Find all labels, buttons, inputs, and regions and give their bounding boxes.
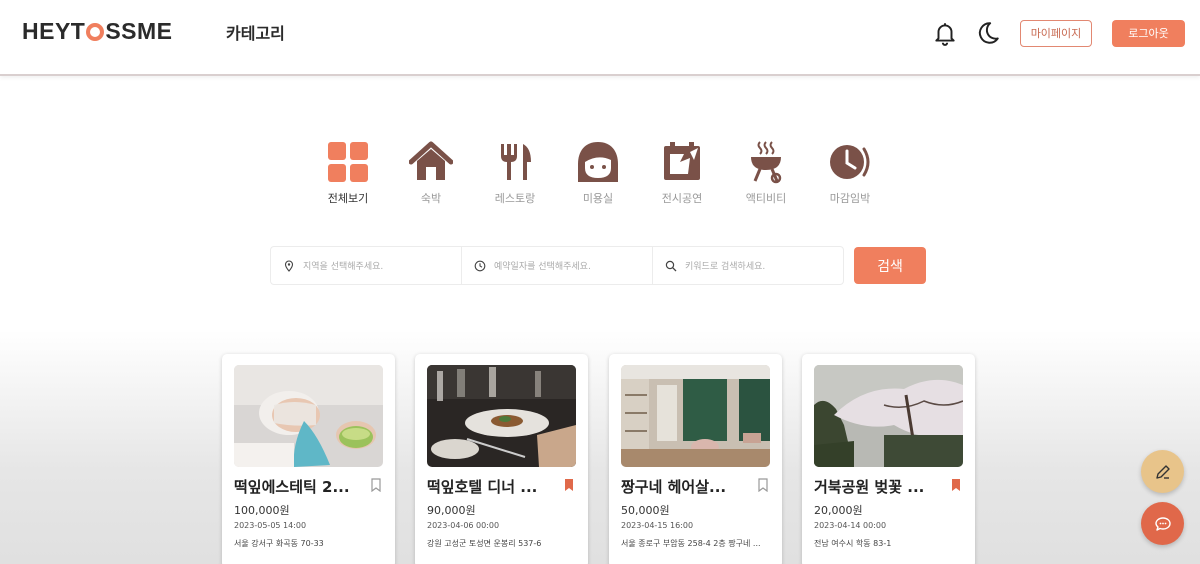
write-post-button[interactable] (1141, 450, 1184, 493)
card-date: 2023-04-15 16:00 (621, 521, 694, 530)
card-address: 강원 고성군 토성면 운봉리 537-6 (427, 539, 542, 548)
category-label: 마감임박 (829, 192, 871, 205)
product-card[interactable]: 떡잎호텔 디너 ... 90,000원 2023-04-06 00:00 강원 … (415, 354, 588, 564)
product-card[interactable]: 짱구네 헤어살... 50,000원 2023-04-15 16:00 서울 종… (609, 354, 782, 564)
moon-icon[interactable] (975, 20, 1001, 46)
card-date: 2023-04-06 00:00 (427, 521, 500, 530)
card-address: 서울 종로구 부암동 258-4 2층 짱구네 ... (621, 539, 761, 548)
house-icon (409, 141, 453, 180)
category-label: 전시공연 (661, 192, 703, 205)
card-image-cherry-blossom[interactable] (814, 365, 963, 467)
chat-button[interactable] (1141, 502, 1184, 545)
logo-o-ring (86, 23, 105, 41)
bookmark-outline-icon[interactable] (757, 478, 769, 492)
card-price: 100,000원 (234, 504, 290, 517)
date-placeholder: 예약일자를 선택해주세요. (494, 262, 591, 272)
card-address: 전남 여수시 학동 83-1 (814, 539, 892, 548)
region-select[interactable]: 지역을 선택해주세요. (271, 247, 462, 284)
category-activity[interactable]: 액티비티 (726, 140, 806, 206)
bell-icon[interactable] (932, 20, 958, 46)
grill-icon (751, 141, 782, 184)
face-icon (578, 142, 618, 182)
chat-bubble-icon (1154, 516, 1171, 531)
search-button[interactable]: 검색 (854, 247, 926, 284)
ticket-icon (664, 142, 700, 180)
background-fade (0, 330, 1200, 564)
fork-knife-icon (501, 144, 531, 180)
logo-text-left: HEYT (22, 18, 86, 44)
card-price: 20,000원 (814, 504, 863, 517)
card-image-facial[interactable] (234, 365, 383, 467)
category-label: 레스토랑 (494, 192, 536, 205)
card-title[interactable]: 거북공원 벚꽃 ... (814, 476, 942, 497)
grid-icon (328, 142, 368, 182)
category-closing-soon[interactable]: 마감임박 (810, 140, 890, 206)
product-card[interactable]: 거북공원 벚꽃 ... 20,000원 2023-04-14 00:00 전남 … (802, 354, 975, 564)
clock-small-icon (474, 260, 486, 271)
category-menu[interactable]: 카테고리 (226, 20, 285, 44)
bookmark-filled-icon[interactable] (563, 478, 575, 492)
mypage-button[interactable]: 마이페이지 (1020, 20, 1092, 47)
card-date: 2023-04-14 00:00 (814, 521, 887, 530)
bookmark-filled-icon[interactable] (950, 478, 962, 492)
category-exhibition[interactable]: 전시공연 (642, 140, 722, 206)
logo-text-right: SSME (105, 18, 173, 44)
pencil-icon (1155, 464, 1170, 479)
clock-icon (830, 145, 870, 179)
category-label: 숙박 (420, 192, 442, 205)
category-label: 전체보기 (327, 192, 369, 205)
product-card[interactable]: 떡잎에스테틱 2... 100,000원 2023-05-05 14:00 서울… (222, 354, 395, 564)
bookmark-outline-icon[interactable] (370, 478, 382, 492)
card-title[interactable]: 떡잎에스테틱 2... (234, 476, 362, 497)
category-restaurant[interactable]: 레스토랑 (475, 140, 555, 206)
location-pin-icon (284, 259, 294, 272)
logout-button[interactable]: 로그아웃 (1112, 20, 1185, 47)
card-image-dinner[interactable] (427, 365, 576, 467)
date-select[interactable]: 예약일자를 선택해주세요. (462, 247, 653, 284)
card-date: 2023-05-05 14:00 (234, 521, 307, 530)
search-icon (665, 260, 677, 271)
card-image-salon[interactable] (621, 365, 770, 467)
category-label: 미용실 (582, 192, 614, 205)
card-title[interactable]: 짱구네 헤어살... (621, 476, 749, 497)
card-title[interactable]: 떡잎호텔 디너 ... (427, 476, 555, 497)
card-price: 50,000원 (621, 504, 670, 517)
category-salon[interactable]: 미용실 (558, 140, 638, 206)
logo[interactable]: HEYT SSME (22, 18, 173, 45)
card-price: 90,000원 (427, 504, 476, 517)
card-address: 서울 강서구 화곡동 70-33 (234, 539, 324, 548)
search-bar: 지역을 선택해주세요. 예약일자를 선택해주세요. 키워드로 검색하세요. (270, 246, 844, 285)
category-label: 액티비티 (745, 192, 787, 205)
top-header: HEYT SSME 카테고리 마이페이지 로그아웃 (0, 0, 1200, 76)
keyword-placeholder: 키워드로 검색하세요. (685, 262, 766, 272)
category-all[interactable]: 전체보기 (308, 140, 388, 206)
keyword-input[interactable]: 키워드로 검색하세요. (653, 247, 843, 284)
region-placeholder: 지역을 선택해주세요. (303, 262, 384, 272)
category-lodging[interactable]: 숙박 (391, 140, 471, 206)
